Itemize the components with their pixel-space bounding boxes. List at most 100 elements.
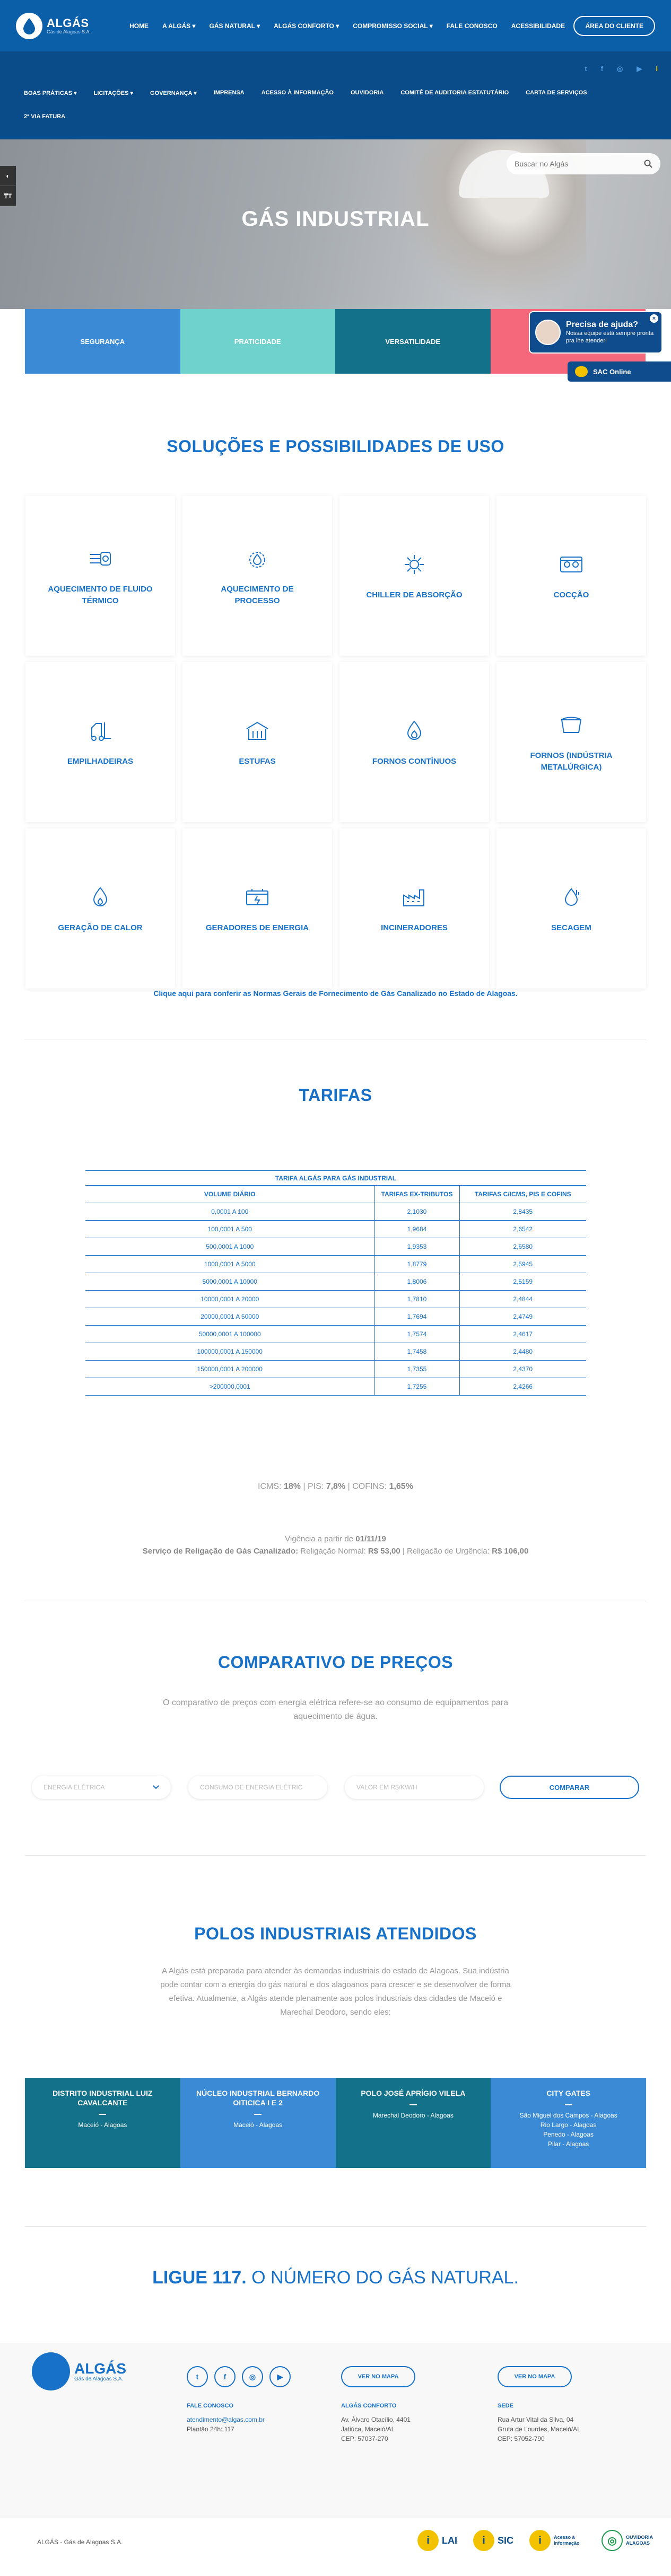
solution-card[interactable]: ESTUFAS bbox=[182, 662, 332, 822]
solution-card[interactable]: GERAÇÃO DE CALOR bbox=[25, 828, 175, 989]
subnav-acesso-informacao[interactable]: ACESSO À INFORMAÇÃO bbox=[262, 90, 351, 96]
footer-logo[interactable]: ALGÁS Gás de Alagoas S.A. bbox=[32, 2352, 126, 2390]
nav-gas-natural[interactable]: GÁS NATURAL ▾ bbox=[203, 22, 267, 30]
area-cliente-button[interactable]: ÁREA DO CLIENTE bbox=[573, 15, 655, 36]
facebook-icon[interactable]: f bbox=[601, 65, 603, 73]
instagram-icon[interactable]: ◎ bbox=[617, 65, 623, 73]
table-row: 50000,0001 A 100000 1,7574 2,4617 bbox=[85, 1325, 586, 1343]
logo-name: ALGÁS bbox=[47, 16, 89, 30]
conforto-title: ALGÁS CONFORTO bbox=[341, 2403, 397, 2409]
map-sede-button[interactable]: VER NO MAPA bbox=[498, 2366, 572, 2387]
close-icon[interactable]: × bbox=[650, 314, 658, 323]
valor-input[interactable]: VALOR EM R$/KW/H bbox=[345, 1776, 484, 1799]
generator-icon bbox=[243, 883, 272, 912]
info-icon: i bbox=[417, 2530, 439, 2551]
nav-acessibilidade[interactable]: ACESSIBILIDADE bbox=[504, 22, 572, 30]
subnav-governanca[interactable]: GOVERNANÇA ▾ bbox=[150, 90, 214, 96]
logo[interactable]: ALGÁS Gás de Alagoas S.A. bbox=[16, 12, 91, 39]
twitter-icon[interactable]: t bbox=[585, 65, 587, 73]
solution-card[interactable]: COCÇÃO bbox=[496, 496, 646, 656]
energy-type-select[interactable]: ENERGIA ELÉTRICA bbox=[32, 1776, 171, 1799]
table-cell: 50000,0001 A 100000 bbox=[85, 1325, 375, 1343]
consumo-input[interactable]: CONSUMO DE ENERGIA ELÉTRIC bbox=[188, 1776, 327, 1799]
nav-home[interactable]: HOME bbox=[123, 22, 155, 30]
solution-card[interactable]: AQUECIMENTO DE FLUIDO TÉRMICO bbox=[25, 496, 175, 656]
process-heat-icon bbox=[243, 544, 272, 573]
font-size-icon[interactable]: ₸T bbox=[0, 186, 16, 206]
transparency-badges: i LAI i SIC i Acesso à Informação ◎ OUVI… bbox=[417, 2530, 658, 2551]
religacao-urgencia-value: R$ 106,00 bbox=[492, 1547, 529, 1556]
youtube-icon[interactable]: ▶ bbox=[269, 2366, 291, 2387]
feature-praticidade[interactable]: PRATICIDADE bbox=[180, 309, 335, 374]
cofins-label: | COFINS: bbox=[345, 1482, 389, 1491]
footer-bottom: ALGÁS - Gás de Alagoas S.A. i LAI i SIC … bbox=[0, 2518, 671, 2576]
solution-label: INCINERADORES bbox=[381, 923, 448, 932]
sic-badge[interactable]: i SIC bbox=[473, 2530, 513, 2551]
info-icon[interactable]: i bbox=[656, 65, 658, 73]
solution-card[interactable]: SECAGEM bbox=[496, 828, 646, 989]
fale-email[interactable]: atendimento@algas.com.br bbox=[187, 2415, 265, 2424]
subnav-carta-servicos[interactable]: CARTA DE SERVIÇOS bbox=[526, 90, 604, 96]
ouvidoria-badge[interactable]: ◎ OUVIDORIA ALAGOAS bbox=[602, 2530, 658, 2551]
twitter-icon[interactable]: t bbox=[187, 2366, 208, 2387]
subnav-boas-praticas[interactable]: BOAS PRÁTICAS ▾ bbox=[24, 90, 94, 96]
solution-card[interactable]: INCINERADORES bbox=[339, 828, 489, 989]
subnav-licitacoes[interactable]: LICITAÇÕES ▾ bbox=[94, 90, 150, 96]
table-cell: 2,4749 bbox=[459, 1308, 586, 1326]
nav-fale-conosco[interactable]: FALE CONOSCO bbox=[440, 22, 504, 30]
energy-type-value: ENERGIA ELÉTRICA bbox=[43, 1784, 105, 1791]
table-row: 100,0001 A 500 1,9684 2,6542 bbox=[85, 1220, 586, 1238]
polo-divider bbox=[254, 2114, 262, 2115]
conforto-address: Jatiúca, Maceió/AL bbox=[341, 2425, 395, 2433]
acesso-informacao-badge[interactable]: i Acesso à Informação bbox=[529, 2530, 586, 2551]
instagram-icon[interactable]: ◎ bbox=[242, 2366, 263, 2387]
social-links: t f ◎ ▶ i bbox=[585, 65, 658, 73]
table-cell: 1,7574 bbox=[374, 1325, 460, 1343]
nav-algas-conforto[interactable]: ALGÁS CONFORTO ▾ bbox=[267, 22, 346, 30]
solution-card[interactable]: CHILLER DE ABSORÇÃO bbox=[339, 496, 489, 656]
impostos-line: ICMS: 18% | PIS: 7,8% | COFINS: 1,65% bbox=[0, 1482, 671, 1492]
table-cell: 2,6580 bbox=[459, 1238, 586, 1256]
solution-card[interactable]: GERADORES DE ENERGIA bbox=[182, 828, 332, 989]
table-row: 150000,0001 A 200000 1,7355 2,4370 bbox=[85, 1360, 586, 1378]
solution-card[interactable]: AQUECIMENTO DE PROCESSO bbox=[182, 496, 332, 656]
comparativo-title: COMPARATIVO DE PREÇOS bbox=[217, 1653, 454, 1672]
sac-online-button[interactable]: SAC Online bbox=[568, 361, 671, 382]
help-popup[interactable]: Precisa de ajuda? Nossa equipe está semp… bbox=[529, 311, 663, 354]
polo-places: Maceió - Alagoas bbox=[233, 2121, 283, 2129]
table-cell: 10000,0001 A 20000 bbox=[85, 1290, 375, 1308]
religacao-normal-label: Religação Normal: bbox=[298, 1547, 368, 1556]
factory-icon bbox=[400, 883, 429, 912]
search-input[interactable] bbox=[515, 160, 644, 168]
feature-seguranca[interactable]: SEGURANÇA bbox=[25, 309, 180, 374]
solution-card[interactable]: FORNOS CONTÍNUOS bbox=[339, 662, 489, 822]
solution-card[interactable]: FORNOS (INDÚSTRIA METALÚRGICA) bbox=[496, 662, 646, 822]
solution-card[interactable]: EMPILHADEIRAS bbox=[25, 662, 175, 822]
table-row: 20000,0001 A 50000 1,7694 2,4749 bbox=[85, 1308, 586, 1326]
map-conforto-button[interactable]: VER NO MAPA bbox=[341, 2366, 415, 2387]
solution-label: ESTUFAS bbox=[239, 757, 276, 766]
subnav-ouvidoria[interactable]: OUVIDORIA bbox=[351, 90, 400, 96]
chevron-down-icon bbox=[153, 1785, 159, 1789]
fale-title: FALE CONOSCO bbox=[187, 2403, 234, 2409]
footer-logo-tagline: Gás de Alagoas S.A. bbox=[74, 2376, 124, 2382]
facebook-icon[interactable]: f bbox=[214, 2366, 236, 2387]
badge-label: SIC bbox=[497, 2535, 513, 2546]
comparar-button[interactable]: COMPARAR bbox=[500, 1776, 639, 1799]
youtube-icon[interactable]: ▶ bbox=[637, 65, 642, 73]
nav-compromisso-social[interactable]: COMPROMISSO SOCIAL ▾ bbox=[346, 22, 439, 30]
sede-address: Rua Artur Vital da Silva, 04 bbox=[498, 2416, 574, 2423]
table-caption: TARIFA ALGÁS PARA GÁS INDUSTRIAL bbox=[85, 1170, 586, 1186]
search-icon[interactable] bbox=[644, 160, 652, 168]
feature-versatilidade[interactable]: VERSATILIDADE bbox=[335, 309, 491, 374]
subnav-comite-auditoria[interactable]: COMITÊ DE AUDITORIA ESTATUTÁRIO bbox=[400, 90, 526, 96]
sede-title: SEDE bbox=[498, 2403, 513, 2409]
nav-a-algas[interactable]: A ALGÁS ▾ bbox=[155, 22, 202, 30]
subnav-segunda-via-fatura[interactable]: 2ª VIA FATURA bbox=[24, 113, 82, 120]
cofins-value: 1,65% bbox=[389, 1482, 413, 1491]
contrast-icon[interactable]: ◐ bbox=[0, 166, 16, 186]
normas-link[interactable]: Clique aqui para conferir as Normas Gera… bbox=[0, 989, 671, 998]
conforto-cep: CEP: 57037-270 bbox=[341, 2435, 388, 2442]
subnav-imprensa[interactable]: IMPRENSA bbox=[214, 90, 262, 96]
lai-badge[interactable]: i LAI bbox=[417, 2530, 457, 2551]
